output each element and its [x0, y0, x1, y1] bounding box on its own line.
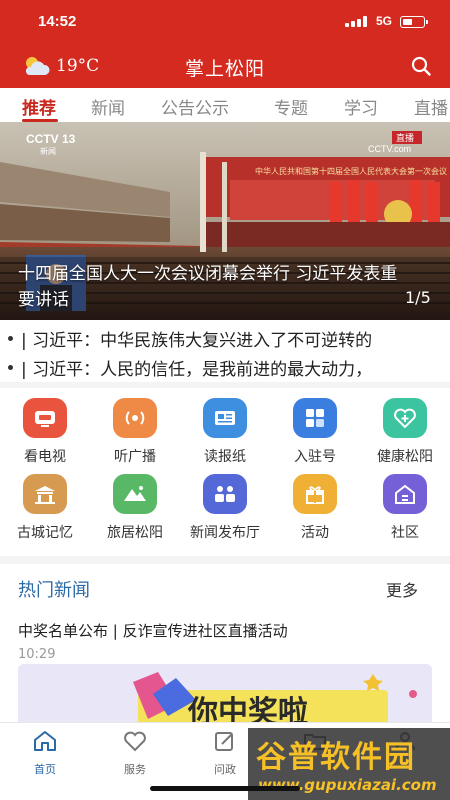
grid-item-radio[interactable]: 听广播: [90, 396, 180, 472]
tab-topics[interactable]: 专题: [274, 94, 308, 119]
bullet-dot: [8, 364, 13, 370]
grid-item-label: 旅居松阳: [107, 525, 163, 541]
headline-ticker: | 习近平：中华民族伟大复兴进入了不可逆转的 | 习近平：人民的信任，是我前进的…: [0, 322, 450, 382]
tabbar-home[interactable]: 首页: [15, 729, 75, 777]
news-time: 10:29: [18, 647, 56, 662]
search-icon[interactable]: [410, 55, 432, 77]
edit-icon: [215, 732, 233, 751]
ancient-city-icon: [23, 474, 67, 514]
tabbar-inquiry[interactable]: 问政: [195, 729, 255, 777]
hot-news-header: 热门新闻 更多: [0, 566, 450, 610]
section-divider: [0, 382, 450, 388]
grid-item-newspaper[interactable]: 读报纸: [180, 396, 270, 472]
grid-item-label: 古城记忆: [17, 525, 73, 541]
service-grid: 看电视 听广播 读报纸 入驻号 健康松阳 古城记忆 旅居松阳 新闻发布厅 活动 …: [0, 392, 450, 552]
network-type: 5G: [376, 14, 393, 28]
grid-item-label: 听广播: [114, 449, 156, 465]
grid-item-label: 新闻发布厅: [190, 525, 260, 541]
grid-item-label: 健康松阳: [377, 449, 433, 465]
banner-caption[interactable]: 十四届全国人大一次会议闭幕会举行 习近平发表重要讲话: [18, 261, 398, 313]
tab-study[interactable]: 学习: [344, 94, 378, 119]
news-title: 中奖名单公布 | 反诈宣传进社区直播活动: [18, 622, 288, 640]
tab-announcements[interactable]: 公告公示: [161, 94, 229, 119]
community-home-icon: [383, 474, 427, 514]
grid-item-tv[interactable]: 看电视: [0, 396, 90, 472]
grid-item-activity[interactable]: 活动: [270, 472, 360, 548]
radio-icon: [113, 398, 157, 438]
tab-live[interactable]: 直播: [414, 94, 448, 119]
ticker-text: | 习近平：人民的信任，是我前进的最大动力，: [21, 359, 373, 380]
cctv-logo: CCTV 13: [26, 132, 76, 146]
more-link[interactable]: 更多: [386, 577, 418, 601]
category-tabs: 推荐 新闻 公告公示 专题 学习 直播: [0, 88, 450, 122]
live-badge: 直播: [396, 132, 414, 144]
grid-item-ancient-city[interactable]: 古城记忆: [0, 472, 90, 548]
ticker-text: | 习近平：中华民族伟大复兴进入了不可逆转的: [21, 330, 373, 351]
watermark-brand: 谷普软件园: [256, 740, 416, 775]
news-item[interactable]: 中奖名单公布 | 反诈宣传进社区直播活动 10:29: [18, 620, 432, 662]
grid-apps-icon: [293, 398, 337, 438]
grid-item-label: 社区: [391, 525, 419, 541]
signal-icon: [345, 16, 371, 27]
status-bar: 14:52 5G: [0, 0, 450, 44]
grid-item-health[interactable]: 健康松阳: [360, 396, 450, 472]
section-divider: [0, 556, 450, 564]
grid-item-label: 入驻号: [294, 449, 336, 465]
grid-item-press-room[interactable]: 新闻发布厅: [180, 472, 270, 548]
grid-item-community[interactable]: 社区: [360, 472, 450, 548]
health-icon: [383, 398, 427, 438]
stage-banner-text: 中华人民共和国第十四届全国人民代表大会第一次会议: [255, 166, 447, 176]
home-icon: [34, 731, 56, 751]
status-time: 14:52: [38, 13, 77, 30]
tabbar-service[interactable]: 服务: [105, 729, 165, 777]
cctv-com: CCTV.com: [368, 144, 411, 154]
grid-item-travel[interactable]: 旅居松阳: [90, 472, 180, 548]
banner-carousel[interactable]: 中华人民共和国第十四届全国人民代表大会第一次会议 CCTV 13 新闻 直播 C…: [0, 122, 450, 320]
grid-item-label: 看电视: [24, 449, 66, 465]
promo-image[interactable]: 你中奖啦: [18, 664, 432, 726]
tab-recommend[interactable]: 推荐: [22, 94, 56, 119]
ticker-item[interactable]: | 习近平：中华民族伟大复兴进入了不可逆转的: [8, 324, 450, 352]
press-room-icon: [203, 474, 247, 514]
ticker-item[interactable]: | 习近平：人民的信任，是我前进的最大动力，: [8, 353, 450, 381]
app-title: 掌上松阳: [184, 58, 265, 80]
gift-icon: [293, 474, 337, 514]
bullet-dot: [8, 335, 13, 341]
battery-icon: [400, 16, 428, 28]
tab-news[interactable]: 新闻: [91, 94, 125, 119]
grid-item-label: 读报纸: [204, 449, 246, 465]
tv-icon: [23, 398, 67, 438]
heart-icon: [124, 731, 146, 752]
tabbar-label: 问政: [214, 763, 236, 776]
grid-item-accounts[interactable]: 入驻号: [270, 396, 360, 472]
home-indicator: [150, 786, 300, 791]
hot-news-title: 热门新闻: [18, 580, 90, 601]
cctv-logo-sub: 新闻: [40, 146, 56, 156]
app-header: 19°C 掌上松阳: [0, 44, 450, 88]
grid-item-label: 活动: [301, 525, 329, 541]
tabbar-label: 服务: [124, 763, 146, 776]
travel-mountain-icon: [113, 474, 157, 514]
watermark-url: www.gupuxiazai.com: [258, 776, 437, 794]
tabbar-label: 首页: [34, 763, 56, 776]
top-bar: 14:52 5G 19°C 掌上松阳: [0, 0, 450, 88]
banner-counter: 1/5: [405, 288, 431, 307]
newspaper-icon: [203, 398, 247, 438]
